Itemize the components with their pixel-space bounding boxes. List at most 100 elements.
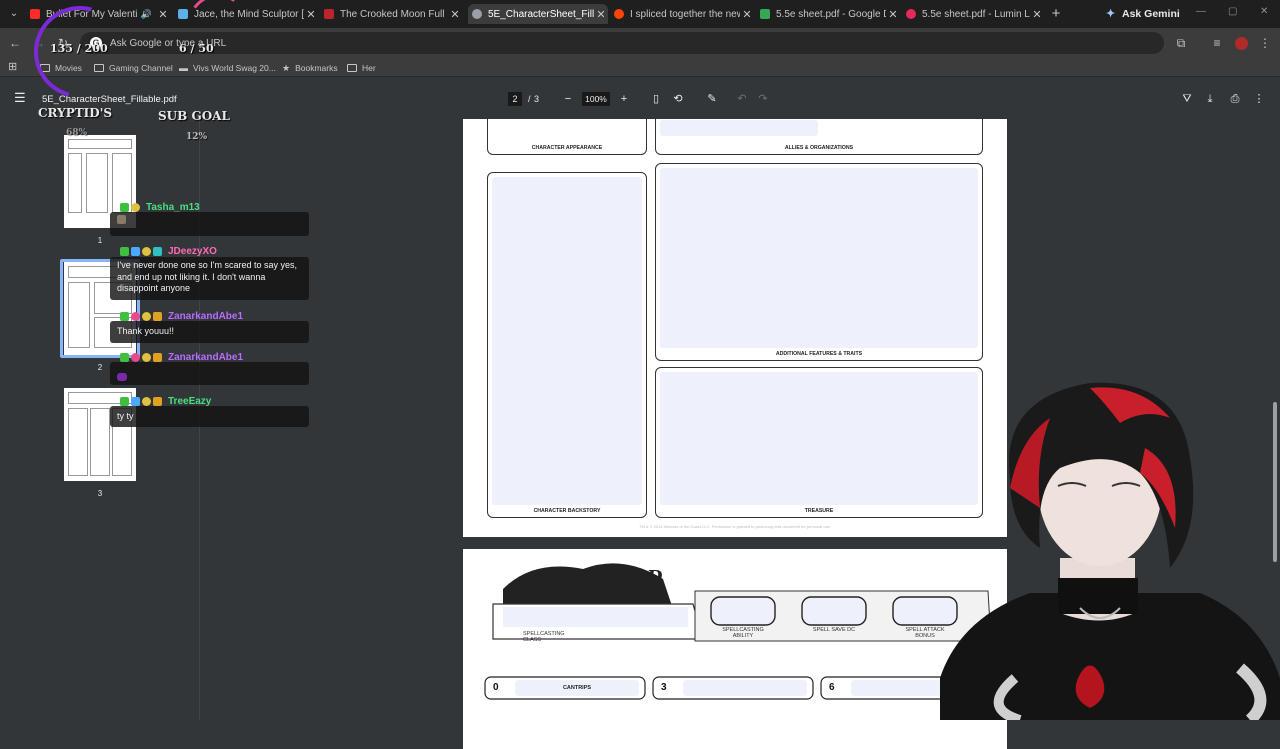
new-tab-button[interactable]: + <box>1048 5 1064 23</box>
tab-reddit[interactable]: I spliced together the new c ✕ <box>614 4 754 24</box>
back-arrow-icon[interactable]: ← <box>6 34 24 52</box>
spellcasting-header-art <box>484 563 992 700</box>
annotate-pen-icon[interactable]: ✎ <box>705 92 719 106</box>
fit-page-icon[interactable]: ▯ <box>649 92 663 106</box>
spellcasting-ability-field[interactable] <box>710 596 776 626</box>
chat-header: ZanarkandAbe1 <box>120 350 243 364</box>
spell-save-dc-label: SPELL SAVE DC <box>812 627 856 633</box>
close-tab-icon[interactable]: ✕ <box>594 8 608 21</box>
chat-badge-icon <box>120 311 129 321</box>
tab-character-sheet[interactable]: 5E_CharacterSheet_Fillable. ✕ <box>468 4 608 24</box>
chat-message-body <box>110 362 309 385</box>
chat-message-body: I've never done one so I'm scared to say… <box>110 257 309 300</box>
close-tab-icon[interactable]: ✕ <box>886 8 900 21</box>
close-tab-icon[interactable]: ✕ <box>304 8 318 21</box>
youtube-icon <box>30 9 40 19</box>
section-label: TREASURE <box>804 508 834 514</box>
zoom-level-input[interactable]: 100% <box>582 92 610 106</box>
close-tab-icon[interactable]: ✕ <box>156 8 170 21</box>
bookmark-bookmarks[interactable]: ★ Bookmarks <box>282 61 338 75</box>
fillable-field[interactable] <box>492 177 642 505</box>
chat-badge-icon <box>131 311 140 321</box>
chat-badge-icon <box>142 246 151 256</box>
chat-badge-icon <box>120 396 129 406</box>
tab-title: The Crooked Moon Full Bu <box>340 8 448 20</box>
subgoal-count: 6 / 50 <box>179 42 214 55</box>
print-icon[interactable]: ⎙ <box>1228 92 1242 106</box>
extensions-icon[interactable]: ⧉ <box>1172 34 1190 52</box>
additional-features-box: ADDITIONAL FEATURES & TRAITS <box>655 163 983 361</box>
fillable-field[interactable] <box>660 120 818 136</box>
chat-badge-icon <box>131 246 140 256</box>
tab-search-icon[interactable]: ⌄ <box>6 6 22 22</box>
pdf-page-2: CHARACTER APPEARANCE ALLIES & ORGANIZATI… <box>463 119 1007 537</box>
chat-badge-icon <box>131 202 140 212</box>
vtuber-avatar <box>940 378 1280 720</box>
drive-save-icon[interactable]: ⛛ <box>1180 92 1194 106</box>
chat-badge-icon <box>153 396 162 406</box>
close-tab-icon[interactable]: ✕ <box>448 8 462 21</box>
chat-header: Tasha_m13 <box>120 200 200 214</box>
ask-gemini-label: Ask Gemini <box>1122 8 1180 20</box>
chat-username: Tasha_m13 <box>146 201 200 213</box>
page-total: 3 <box>534 94 540 104</box>
chat-badge-icon <box>142 396 151 406</box>
undo-icon[interactable]: ↶ <box>735 92 749 106</box>
tab-menu-icon[interactable]: ≡ <box>1208 34 1226 52</box>
treasure-box: TREASURE <box>655 367 983 518</box>
thumbnail-page-number: 3 <box>97 489 103 498</box>
section-label: CHARACTER APPEARANCE <box>531 145 603 151</box>
speaker-icon[interactable]: 🔊 <box>141 9 152 20</box>
section-label: ADDITIONAL FEATURES & TRAITS <box>775 351 863 357</box>
chat-badge-icon <box>153 352 162 362</box>
page-number-input[interactable]: 2 <box>508 92 522 106</box>
spellcasting-class-field[interactable] <box>503 607 688 627</box>
chat-username: ZanarkandAbe1 <box>168 310 244 322</box>
goal-percent: 68% <box>66 128 88 138</box>
zoom-in-icon[interactable]: + <box>617 92 631 106</box>
chat-badge-icon <box>120 352 129 362</box>
bookmark-vivs-world[interactable]: ▬ Vivs World Swag 20... <box>179 61 276 75</box>
spell-save-dc-field[interactable] <box>801 596 867 626</box>
chat-username: TreeEazy <box>168 395 212 407</box>
rotate-icon[interactable]: ⟲ <box>671 92 685 106</box>
more-actions-icon[interactable]: ⋮ <box>1252 92 1266 106</box>
maximize-icon[interactable]: ▢ <box>1228 6 1237 17</box>
bookmark-label: Vivs World Swag 20... <box>193 63 276 73</box>
spellcasting-ability-label: SPELLCASTING ABILITY <box>722 627 764 639</box>
subgoal-label: SUB GOAL <box>158 109 230 123</box>
close-window-icon[interactable]: ✕ <box>1260 6 1268 17</box>
bookmark-label: Her <box>362 63 376 73</box>
subgoal-percent: 12% <box>186 132 208 142</box>
hamburger-menu-icon[interactable]: ☰ <box>14 91 28 105</box>
level3-field[interactable] <box>683 680 807 696</box>
spell-level-3-number: 3 <box>661 682 667 693</box>
chat-message-body: ty ty <box>110 406 309 427</box>
chat-badge-icon <box>120 246 129 256</box>
tab-title: 5E_CharacterSheet_Fillable. <box>488 8 594 20</box>
tab-google-drive[interactable]: 5.5e sheet.pdf - Google Dri ✕ <box>760 4 900 24</box>
bookmark-her[interactable]: Her <box>347 61 376 75</box>
apps-grid-icon[interactable]: ⊞ <box>8 61 20 73</box>
minimize-icon[interactable]: — <box>1196 6 1206 17</box>
chat-header: ZanarkandAbe1 <box>120 309 243 323</box>
zoom-out-icon[interactable]: − <box>561 92 575 106</box>
chat-badge-icon <box>153 246 162 256</box>
chat-badge-icon <box>120 202 129 212</box>
profile-avatar[interactable] <box>1232 34 1250 52</box>
fillable-field[interactable] <box>660 168 978 348</box>
ask-gemini-button[interactable]: ✦ Ask Gemini <box>1106 5 1180 23</box>
browser-menu-icon[interactable]: ⋮ <box>1256 34 1274 52</box>
fillable-field[interactable] <box>660 372 978 505</box>
chat-message-body: Thank youuu!! <box>110 321 309 343</box>
tab-title: 5.5e sheet.pdf - Lumin Lumi <box>922 8 1030 20</box>
redo-icon[interactable]: ↷ <box>756 92 770 106</box>
tab-lumin[interactable]: 5.5e sheet.pdf - Lumin Lumi ✕ <box>906 4 1044 24</box>
download-icon[interactable]: ⤓ <box>1203 92 1217 106</box>
close-tab-icon[interactable]: ✕ <box>1030 8 1044 21</box>
avatar-collar <box>1058 578 1138 614</box>
close-tab-icon[interactable]: ✕ <box>740 8 754 21</box>
google-drive-icon <box>760 9 770 19</box>
site-favicon-icon <box>178 9 188 19</box>
tab-crooked-moon[interactable]: The Crooked Moon Full Bu ✕ <box>324 4 462 24</box>
